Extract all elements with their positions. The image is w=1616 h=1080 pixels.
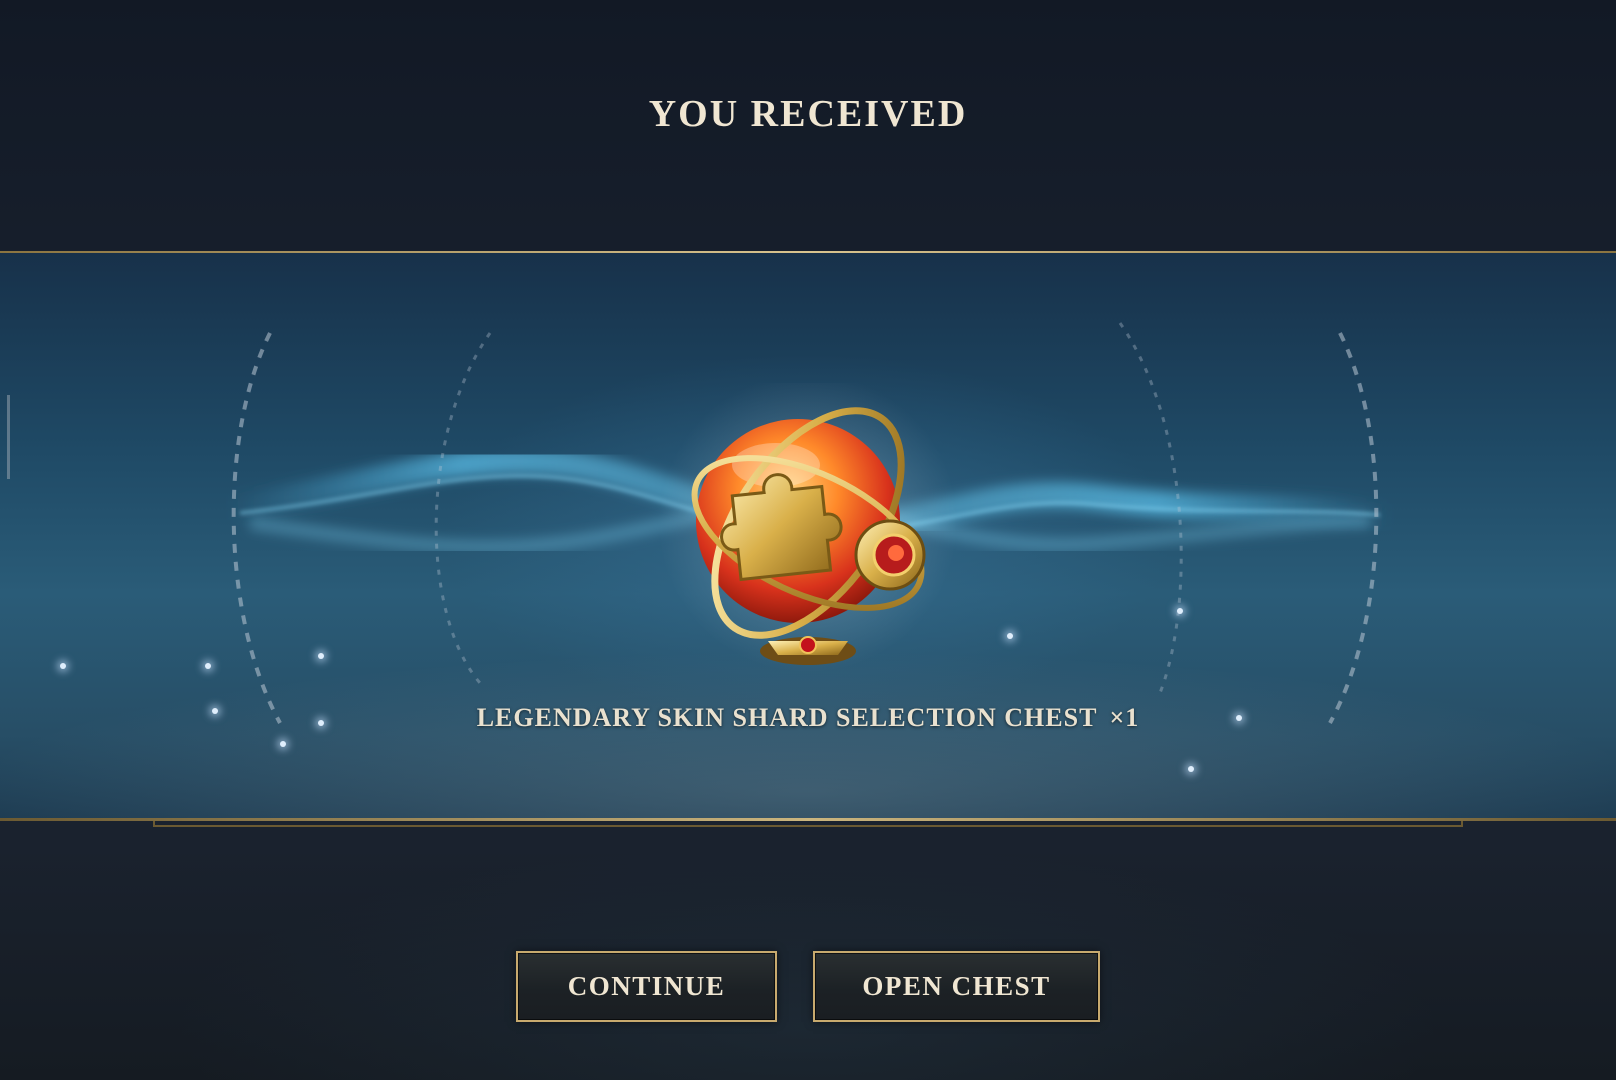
continue-button[interactable]: CONTINUE — [516, 951, 777, 1022]
open-chest-button[interactable]: OPEN CHEST — [813, 951, 1100, 1022]
reward-panel: LEGENDARY SKIN SHARD SELECTION CHEST ×1 — [0, 253, 1616, 820]
band-ledge — [153, 821, 1463, 827]
reward-item-name: LEGENDARY SKIN SHARD SELECTION CHEST — [476, 703, 1098, 732]
reward-screen: YOU RECEIVED LEGENDARY SKIN SHARD SELECT… — [0, 0, 1616, 1080]
reward-item-label: LEGENDARY SKIN SHARD SELECTION CHEST ×1 — [0, 703, 1616, 733]
page-title: YOU RECEIVED — [648, 93, 968, 135]
scrollbar[interactable] — [7, 395, 10, 479]
reward-item-quantity: ×1 — [1109, 703, 1140, 732]
puzzle-piece-orb-icon — [658, 383, 958, 673]
